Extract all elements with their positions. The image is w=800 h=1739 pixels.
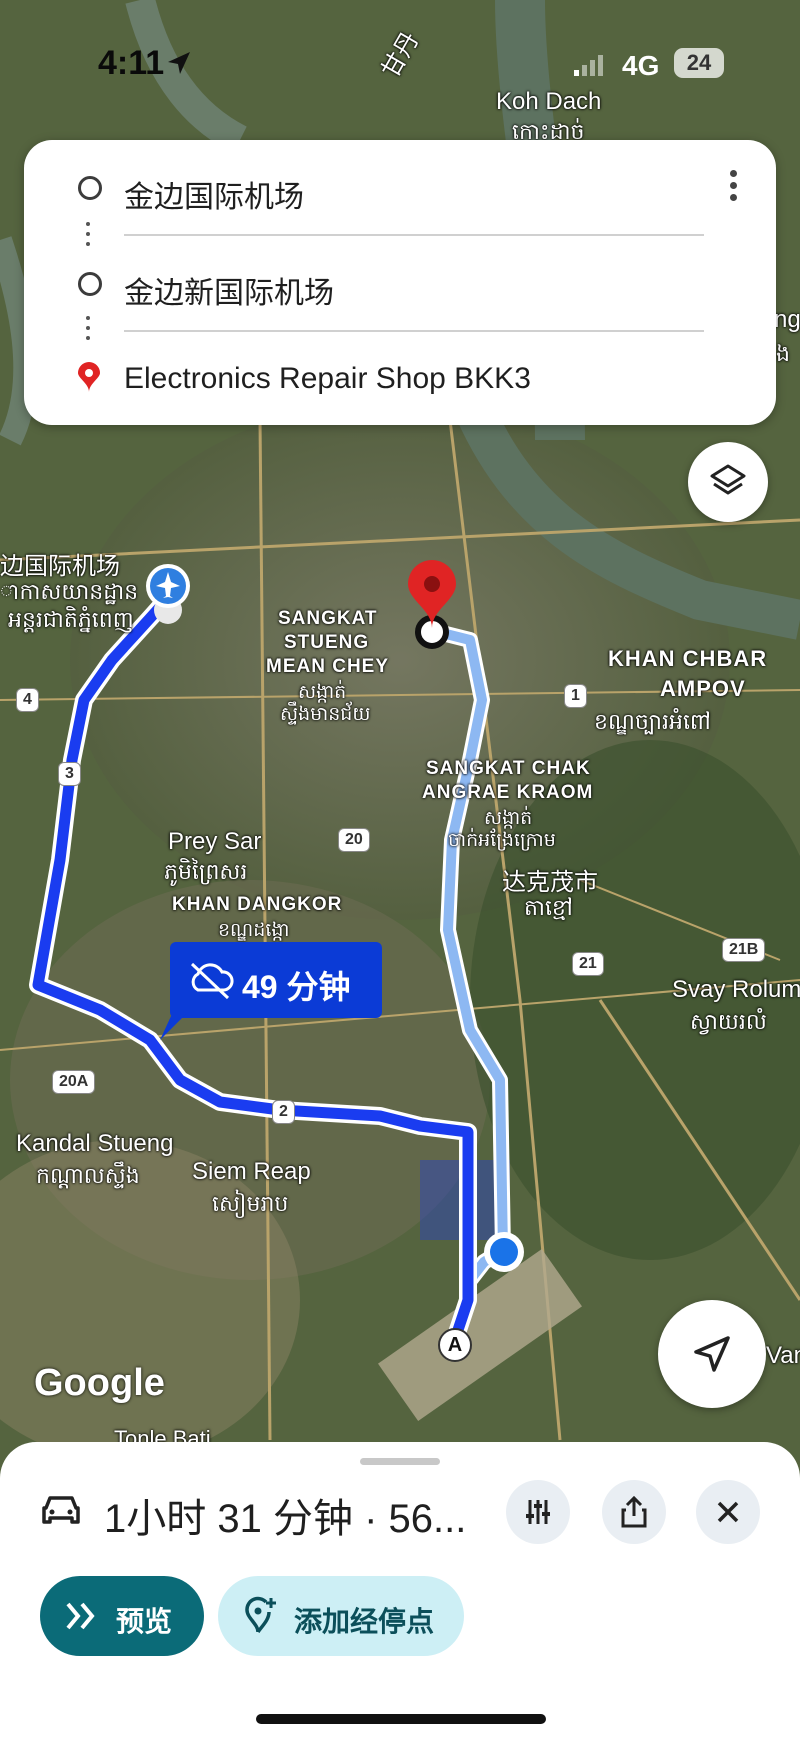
map-label: ng <box>774 306 800 333</box>
status-time: 4:11 <box>98 44 165 82</box>
add-location-icon <box>245 1596 276 1634</box>
divider <box>124 234 704 236</box>
stop-waypoint[interactable]: 金边新国际机场 <box>124 268 334 312</box>
preview-button[interactable]: 预览 <box>40 1576 204 1656</box>
map-label: ភូមិព្រៃសរ <box>164 859 248 884</box>
signal-icon <box>574 55 603 76</box>
map-label: 达克茂市 <box>502 869 598 896</box>
close-button[interactable] <box>696 1480 760 1544</box>
road-shield: 21B <box>722 938 766 962</box>
preview-label: 预览 <box>116 1606 173 1637</box>
map-label: SANGKAT CHAK <box>426 758 591 779</box>
map-label: អន្តរជាតិភ្នំពេញ <box>8 607 134 632</box>
map-label: KHAN CHBAR <box>608 646 768 671</box>
map-label: AMPOV <box>660 676 746 701</box>
google-logo: Google <box>34 1362 165 1404</box>
divider <box>124 330 704 332</box>
road-shield: 20A <box>52 1070 96 1094</box>
map-label: តាខ្មៅ <box>524 895 573 920</box>
map-label: ស្ទឹងមានជ័យ <box>280 704 371 725</box>
road-shield: 20 <box>338 828 370 852</box>
share-icon <box>621 1496 647 1528</box>
map-label: SANGKAT <box>278 608 378 629</box>
layers-button[interactable] <box>688 442 768 522</box>
home-indicator[interactable] <box>256 1714 546 1724</box>
map-label: Van <box>766 1342 800 1369</box>
network-type: 4G <box>622 50 660 81</box>
map-label: MEAN CHEY <box>266 656 390 677</box>
share-button[interactable] <box>602 1480 666 1544</box>
map-label: 边国际机场 <box>0 553 120 580</box>
map-label: ANGRAE KRAOM <box>422 782 594 803</box>
map-label: Siem Reap <box>192 1158 311 1185</box>
add-stop-button[interactable]: 添加经停点 <box>218 1576 464 1656</box>
destination-pin-small-icon <box>78 362 100 392</box>
current-location-icon[interactable] <box>480 1228 528 1276</box>
road-shield: 2 <box>272 1100 295 1124</box>
map-label: STUENG <box>284 632 370 653</box>
trip-duration[interactable]: 1小时 31 分钟 · 56... <box>104 1486 474 1544</box>
road-shield: 3 <box>58 762 81 786</box>
car-icon <box>42 1496 80 1524</box>
map-label: Kandal Stueng <box>16 1130 174 1157</box>
recenter-button[interactable] <box>658 1300 766 1408</box>
add-stop-label: 添加经停点 <box>294 1606 435 1637</box>
bubble-tail <box>160 1014 186 1040</box>
tune-icon <box>526 1500 550 1524</box>
route-time-label: 49 分钟 <box>242 969 351 1005</box>
road-shield: 4 <box>16 688 39 712</box>
status-bar: 4:11 4G 24 <box>0 36 800 96</box>
stop-origin[interactable]: 金边国际机场 <box>124 172 304 216</box>
map-label: ស្វាយរលំ <box>690 1009 767 1034</box>
battery-level: 24 <box>674 48 724 78</box>
dots-connector <box>86 222 90 252</box>
road-shield: 21 <box>572 952 604 976</box>
map-label: Prey Sar <box>168 828 262 855</box>
close-icon <box>717 1501 739 1523</box>
dots-connector <box>86 316 90 346</box>
more-options-icon[interactable] <box>730 170 740 206</box>
origin-circle-icon <box>78 176 102 200</box>
map-label: សៀមរាប <box>212 1191 289 1216</box>
layers-icon <box>710 464 746 495</box>
route-card: 金边国际机场 金边新国际机场 Electronics Repair Shop B… <box>24 140 776 425</box>
bottom-sheet: 1小时 31 分钟 · 56... 预览 添加经停点 <box>0 1442 800 1739</box>
map-label: កណ្ដាលស្ទឹង <box>36 1163 140 1188</box>
route-options-button[interactable] <box>506 1480 570 1544</box>
sheet-handle[interactable] <box>360 1458 440 1465</box>
route-time-bubble[interactable]: 49 分钟 <box>160 942 382 1040</box>
stop-destination[interactable]: Electronics Repair Shop BKK3 <box>124 362 531 396</box>
destination-pin-icon[interactable] <box>404 560 462 650</box>
waypoint-a-marker[interactable]: A <box>438 1328 472 1362</box>
map-label: ខណ្ឌច្បារអំពៅ <box>594 709 711 734</box>
map-label: ចាក់អង្រែក្រោម <box>448 830 556 851</box>
map-label: Svay Rolum <box>672 976 800 1003</box>
traffic-cloud-off-icon <box>190 962 234 1000</box>
navigation-arrow-icon <box>694 1336 730 1372</box>
map-label: ង <box>776 341 790 366</box>
double-chevron-right-icon <box>66 1602 95 1630</box>
map-label: KHAN DANGKOR <box>172 894 343 915</box>
waypoint-circle-icon <box>78 272 102 296</box>
location-arrow-icon <box>168 52 190 74</box>
airport-marker-icon[interactable] <box>146 560 196 630</box>
road-shield: 1 <box>564 684 587 708</box>
